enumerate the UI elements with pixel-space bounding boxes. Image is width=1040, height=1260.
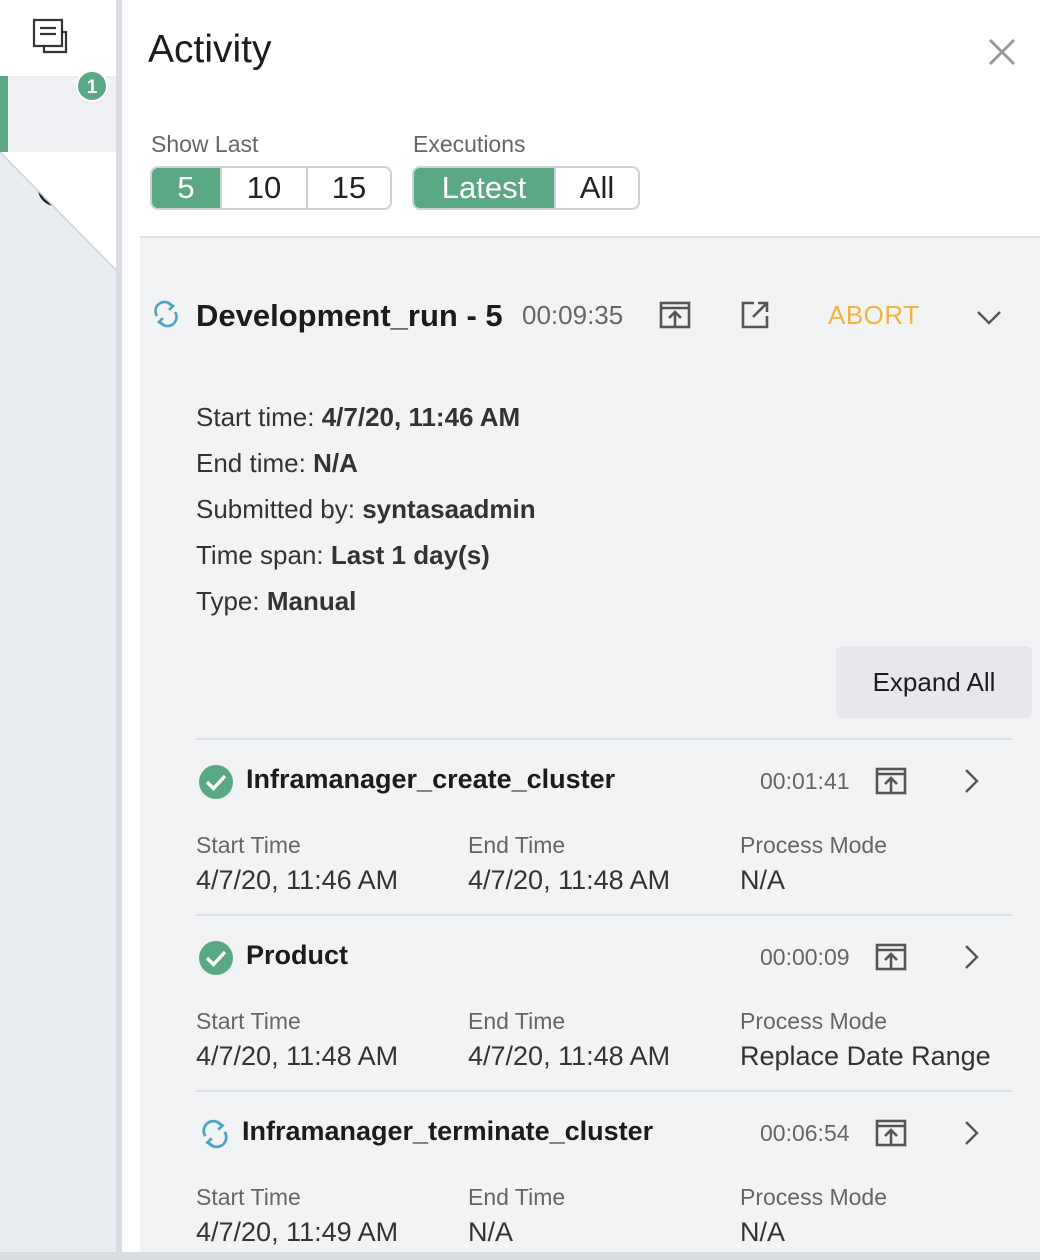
end-time-value: N/A <box>468 1217 514 1247</box>
end-time-label: End Time <box>468 832 566 858</box>
end-time-value: 4/7/20, 11:48 AM <box>468 865 671 895</box>
executions-toggle: Latest All <box>412 166 640 210</box>
task-row[interactable]: Product 00:00:09 Start Time 4/7/20, 11:4… <box>196 916 1012 1092</box>
show-last-option-5[interactable]: 5 <box>152 168 220 208</box>
start-time-label: Start Time <box>196 832 301 858</box>
start-time-value: 4/7/20, 11:46 AM <box>196 865 399 895</box>
close-icon[interactable] <box>986 36 1018 68</box>
left-rail: 1 <box>0 0 118 1260</box>
run-submitted-by: Submitted by: syntasaadmin <box>196 494 536 524</box>
export-icon[interactable] <box>658 298 692 332</box>
notification-badge: 1 <box>76 70 108 102</box>
task-end-column: End Time N/A <box>468 1184 565 1248</box>
show-last-option-10[interactable]: 10 <box>220 168 306 208</box>
run-end-time: End time: N/A <box>196 448 358 478</box>
run-start-time: Start time: 4/7/20, 11:46 AM <box>196 402 521 432</box>
task-mode-column: Process Mode N/A <box>740 1184 887 1248</box>
task-duration: 00:00:09 <box>760 944 850 970</box>
process-mode-label: Process Mode <box>740 1184 888 1210</box>
open-external-icon[interactable] <box>738 298 772 332</box>
run-header: Development_run - 5 00:09:35 ABORT <box>140 294 1040 336</box>
start-time-label: Start Time <box>196 1008 301 1034</box>
task-start-column: Start Time 4/7/20, 11:49 AM <box>196 1184 398 1248</box>
running-spinner-icon <box>202 1119 228 1149</box>
task-name: Product <box>246 940 349 970</box>
rail-item-notes[interactable] <box>0 0 118 76</box>
task-row[interactable]: Inframanager_create_cluster 00:01:41 Sta… <box>196 740 1012 916</box>
start-time-value: 4/7/20, 11:48 AM <box>196 1041 399 1071</box>
success-check-icon <box>199 941 233 975</box>
end-time-label: End Time <box>468 1184 566 1210</box>
end-time-label: End Time <box>468 1008 566 1034</box>
process-mode-value: Replace Date Range <box>740 1041 991 1071</box>
task-mode-column: Process Mode Replace Date Range <box>740 1008 991 1072</box>
bottom-scrollbar-track <box>0 1252 1040 1260</box>
notes-icon <box>32 18 68 54</box>
show-last-toggle: 5 10 15 <box>150 166 392 210</box>
running-spinner-icon <box>154 300 178 328</box>
show-last-option-15[interactable]: 15 <box>306 168 390 208</box>
process-mode-value: N/A <box>740 865 786 895</box>
chevron-down-icon[interactable] <box>974 302 1004 332</box>
process-mode-label: Process Mode <box>740 1008 888 1034</box>
abort-button[interactable]: ABORT <box>828 300 920 331</box>
start-time-label: Start Time <box>196 1184 301 1210</box>
export-icon[interactable] <box>874 764 908 798</box>
task-mode-column: Process Mode N/A <box>740 832 887 896</box>
task-start-column: Start Time 4/7/20, 11:48 AM <box>196 1008 398 1072</box>
run-duration: 00:09:35 <box>522 300 624 330</box>
show-last-label: Show Last <box>151 131 259 157</box>
rail-fold-decoration <box>0 152 118 272</box>
task-end-column: End Time 4/7/20, 11:48 AM <box>468 1008 670 1072</box>
task-name: Inframanager_create_cluster <box>246 764 616 794</box>
run-card: Development_run - 5 00:09:35 ABORT Start… <box>140 238 1040 1252</box>
task-duration: 00:01:41 <box>760 768 850 794</box>
executions-option-latest[interactable]: Latest <box>414 168 554 208</box>
executions-option-all[interactable]: All <box>554 168 638 208</box>
task-row[interactable]: Inframanager_terminate_cluster 00:06:54 … <box>196 1092 1012 1252</box>
active-indicator <box>0 76 8 152</box>
panel-title: Activity <box>148 28 272 71</box>
chevron-right-icon[interactable] <box>956 1118 986 1148</box>
task-duration: 00:06:54 <box>760 1120 850 1146</box>
task-end-column: End Time 4/7/20, 11:48 AM <box>468 832 670 896</box>
end-time-value: 4/7/20, 11:48 AM <box>468 1041 671 1071</box>
activity-panel: Activity Show Last 5 10 15 Executions La… <box>122 0 1040 1252</box>
task-start-column: Start Time 4/7/20, 11:46 AM <box>196 832 398 896</box>
process-mode-label: Process Mode <box>740 832 888 858</box>
export-icon[interactable] <box>874 940 908 974</box>
export-icon[interactable] <box>874 1116 908 1150</box>
chevron-right-icon[interactable] <box>956 942 986 972</box>
chevron-right-icon[interactable] <box>956 766 986 796</box>
success-check-icon <box>199 765 233 799</box>
start-time-value: 4/7/20, 11:49 AM <box>196 1217 399 1247</box>
task-name: Inframanager_terminate_cluster <box>242 1116 654 1146</box>
run-name: Development_run - 5 <box>196 298 503 333</box>
expand-all-button[interactable]: Expand All <box>836 646 1032 718</box>
executions-label: Executions <box>413 131 526 157</box>
process-mode-value: N/A <box>740 1217 786 1247</box>
run-time-span: Time span: Last 1 day(s) <box>196 540 490 570</box>
run-type: Type: Manual <box>196 586 357 616</box>
